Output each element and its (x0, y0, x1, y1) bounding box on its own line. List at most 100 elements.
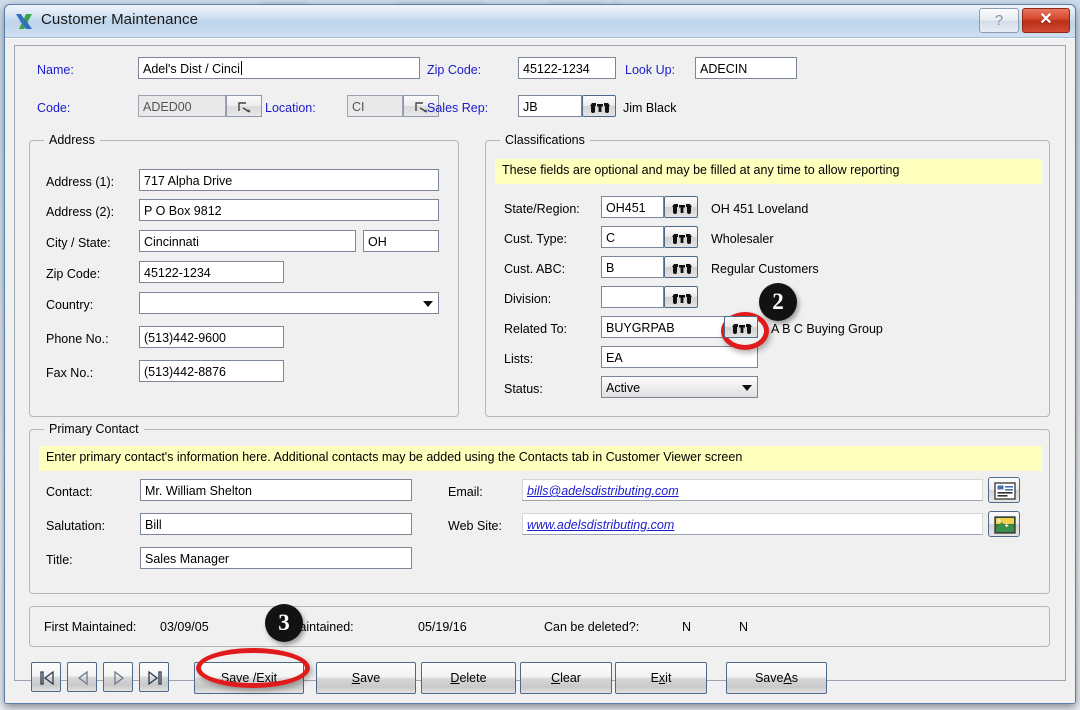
sales-rep-lookup-button[interactable] (582, 95, 616, 117)
fax-input[interactable]: (513)442-8876 (139, 360, 284, 382)
city-state-label: City / State: (46, 236, 111, 250)
code-prompt-button[interactable] (226, 95, 262, 117)
close-button[interactable]: ✕ (1022, 8, 1070, 33)
first-maintained-value: 03/09/05 (160, 620, 209, 634)
binoculars-icon (672, 204, 692, 214)
salutation-label: Salutation: (46, 519, 106, 533)
title-bar[interactable]: Customer Maintenance ? ✕ (5, 5, 1075, 38)
email-input[interactable]: bills@adelsdistributing.com (522, 479, 983, 501)
related-to-description: A B C Buying Group (771, 322, 883, 336)
contact-title-label: Title: (46, 553, 73, 567)
window-client-area: Name: Adel's Dist / Cinci Zip Code: 4512… (5, 38, 1075, 703)
state-region-lookup-button[interactable] (664, 196, 698, 218)
next-record-button[interactable] (103, 662, 133, 692)
website-link[interactable]: www.adelsdistributing.com (527, 518, 674, 532)
status-value: Active (606, 381, 641, 395)
cust-type-description: Wholesaler (711, 232, 774, 246)
fax-label: Fax No.: (46, 366, 94, 380)
record-status-strip: First Maintained: 03/09/05 Maintained: 0… (29, 606, 1050, 647)
customer-maintenance-window: Customer Maintenance ? ✕ Name: Adel's Di… (4, 4, 1076, 704)
binoculars-icon (672, 294, 692, 304)
code-input: ADED00 (138, 95, 226, 117)
cust-abc-lookup-button[interactable] (664, 256, 698, 278)
corner-arrow-icon (238, 102, 251, 113)
picture-globe-icon (994, 516, 1016, 534)
exit-button[interactable]: Exit (615, 662, 707, 694)
cust-type-input[interactable]: C (601, 226, 664, 248)
division-input[interactable] (601, 286, 664, 308)
email-label: Email: (448, 485, 483, 499)
state-input[interactable]: OH (363, 230, 439, 252)
address-zip-input[interactable]: 45122-1234 (139, 261, 284, 283)
contact-title-input[interactable]: Sales Manager (140, 547, 412, 569)
help-button[interactable]: ? (979, 8, 1019, 33)
next-record-icon (114, 670, 125, 686)
look-up-input[interactable]: ADECIN (695, 57, 797, 79)
envelope-card-icon (994, 482, 1016, 500)
state-region-label: State/Region: (504, 202, 580, 216)
name-input[interactable]: Adel's Dist / Cinci (138, 57, 420, 79)
annotation-badge-2: 2 (759, 283, 797, 321)
binoculars-icon (672, 264, 692, 274)
clear-button[interactable]: Clear (520, 662, 612, 694)
chevron-down-icon (742, 385, 752, 391)
can-be-deleted-label: Can be deleted?: (544, 620, 640, 634)
look-up-label: Look Up: (625, 63, 676, 77)
country-select[interactable] (139, 292, 439, 314)
contact-label: Contact: (46, 485, 93, 499)
window-title: Customer Maintenance (41, 11, 199, 28)
classifications-group: Classifications These fields are optiona… (485, 133, 1050, 417)
sales-rep-description: Jim Black (623, 101, 677, 115)
address1-input[interactable]: 717 Alpha Drive (139, 169, 439, 191)
first-record-icon (40, 670, 54, 686)
address-zip-label: Zip Code: (46, 267, 101, 281)
can-be-deleted-value-2: N (739, 620, 749, 634)
name-label: Name: (37, 63, 74, 77)
first-maintained-label: First Maintained: (44, 620, 137, 634)
zip-code-input[interactable]: 45122-1234 (518, 57, 616, 79)
save-exit-button[interactable]: Save / Exit (194, 662, 304, 694)
state-region-input[interactable]: OH451 (601, 196, 664, 218)
lists-label: Lists: (504, 352, 534, 366)
lists-input[interactable]: EA (601, 346, 758, 368)
previous-record-icon (77, 670, 88, 686)
delete-button[interactable]: Delete (421, 662, 516, 694)
address-group: Address Address (1): 717 Alpha Drive Add… (29, 133, 459, 417)
status-select[interactable]: Active (601, 376, 758, 398)
website-input[interactable]: www.adelsdistributing.com (522, 513, 983, 535)
division-lookup-button[interactable] (664, 286, 698, 308)
previous-record-button[interactable] (67, 662, 97, 692)
contact-input[interactable]: Mr. William Shelton (140, 479, 412, 501)
cust-type-lookup-button[interactable] (664, 226, 698, 248)
save-as-button[interactable]: Save As (726, 662, 827, 694)
related-to-lookup-button[interactable] (724, 316, 758, 338)
annotation-badge-3: 3 (265, 604, 303, 642)
binoculars-icon (590, 103, 610, 113)
classifications-banner: These fields are optional and may be fil… (495, 159, 1042, 184)
city-input[interactable]: Cincinnati (139, 230, 356, 252)
email-open-button[interactable] (988, 477, 1020, 503)
cust-abc-input[interactable]: B (601, 256, 664, 278)
phone-input[interactable]: (513)442-9600 (139, 326, 284, 348)
code-label: Code: (37, 101, 71, 115)
save-button[interactable]: Save (316, 662, 416, 694)
website-label: Web Site: (448, 519, 502, 533)
cust-abc-label: Cust. ABC: (504, 262, 566, 276)
first-record-button[interactable] (31, 662, 61, 692)
sales-rep-input[interactable]: JB (518, 95, 582, 117)
zip-code-label: Zip Code: (427, 63, 482, 77)
location-input: CI (347, 95, 403, 117)
sales-rep-label: Sales Rep: (427, 101, 489, 115)
cust-type-label: Cust. Type: (504, 232, 567, 246)
email-link[interactable]: bills@adelsdistributing.com (527, 484, 679, 498)
address2-input[interactable]: P O Box 9812 (139, 199, 439, 221)
last-record-button[interactable] (139, 662, 169, 692)
website-open-button[interactable] (988, 511, 1020, 537)
related-to-label: Related To: (504, 322, 568, 336)
country-label: Country: (46, 298, 94, 312)
classifications-group-title: Classifications (500, 133, 590, 147)
salutation-input[interactable]: Bill (140, 513, 412, 535)
address1-label: Address (1): (46, 175, 115, 189)
primary-contact-group: Primary Contact Enter primary contact's … (29, 422, 1050, 594)
state-region-description: OH 451 Loveland (711, 202, 809, 216)
